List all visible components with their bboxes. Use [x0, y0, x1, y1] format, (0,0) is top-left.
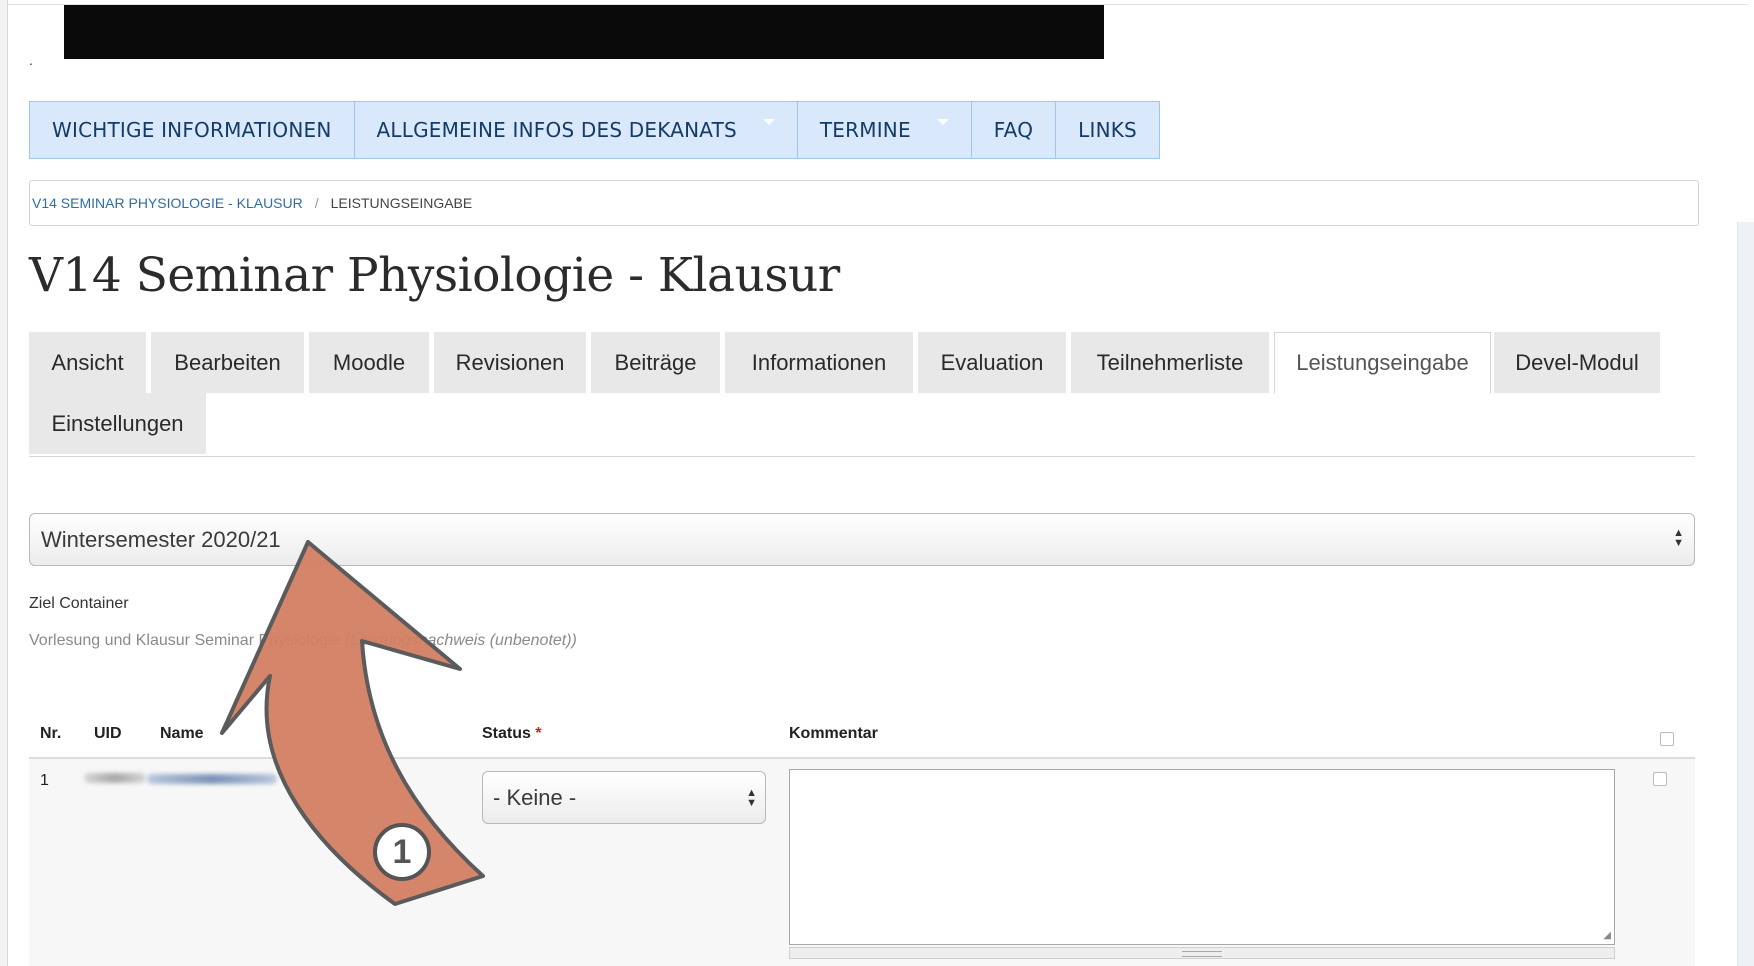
column-header-uid: UID: [94, 725, 122, 742]
tab-informationen[interactable]: Informationen: [725, 332, 913, 393]
semester-select-value: Wintersemester 2020/21: [41, 526, 281, 552]
nav-item-faq[interactable]: FAQ: [970, 101, 1056, 159]
target-container-type: (Leistungsnachweis (unbenotet)): [344, 632, 577, 649]
resize-grip-icon[interactable]: ◢: [1603, 930, 1611, 941]
tab-beitraege[interactable]: Beiträge: [591, 332, 720, 393]
target-container-value: Vorlesung und Klausur Seminar Physiologi…: [29, 632, 577, 650]
tab-leistungseingabe[interactable]: Leistungseingabe: [1274, 332, 1491, 394]
row-checkbox[interactable]: [1653, 772, 1667, 786]
scrollbar-track[interactable]: [1737, 222, 1754, 966]
column-header-name[interactable]: Name: [160, 725, 204, 743]
target-container-label: Ziel Container: [29, 595, 129, 612]
status-select[interactable]: - Keine - ▲ ▼: [482, 771, 766, 824]
nav-item-links[interactable]: LINKS: [1055, 101, 1160, 159]
tab-teilnehmerliste[interactable]: Teilnehmerliste: [1071, 332, 1269, 393]
tab-devel-modul[interactable]: Devel-Modul: [1494, 332, 1660, 393]
column-header-nr: Nr.: [40, 725, 62, 742]
required-marker: *: [535, 725, 542, 742]
textarea-resize-bar[interactable]: [789, 947, 1615, 959]
stray-dot: .: [29, 52, 33, 68]
breadcrumb-separator: /: [314, 195, 319, 211]
window-left-edge: [0, 0, 8, 966]
tab-moodle[interactable]: Moodle: [309, 332, 429, 393]
breadcrumb-link-course[interactable]: V14 SEMINAR PHYSIOLOGIE - KLAUSUR: [32, 195, 303, 211]
column-header-status: Status *: [482, 725, 542, 743]
nav-item-label: FAQ: [993, 118, 1034, 142]
nav-item-termine[interactable]: TERMINE: [796, 101, 971, 159]
breadcrumb-current: LEISTUNGSEINGABE: [330, 195, 473, 211]
nav-item-label: TERMINE: [819, 118, 911, 142]
table-header: Nr. UID Name Status * Kommentar: [29, 713, 1695, 759]
row-number: 1: [40, 772, 49, 789]
table-row: 1 - Keine - ▲ ▼ ◢: [29, 759, 1695, 966]
select-all-checkbox[interactable]: [1660, 732, 1674, 746]
select-arrows-icon: ▲ ▼: [746, 787, 757, 809]
tab-revisionen[interactable]: Revisionen: [434, 332, 586, 393]
target-container-name: Vorlesung und Klausur Seminar Physiologi…: [29, 632, 341, 649]
comment-textarea[interactable]: ◢: [789, 769, 1615, 945]
redacted-name: [147, 774, 277, 784]
nav-item-label: WICHTIGE INFORMATIONEN: [52, 118, 332, 142]
semester-select[interactable]: Wintersemester 2020/21 ▲ ▼: [29, 513, 1695, 566]
nav-item-allgemeine-infos[interactable]: ALLGEMEINE INFOS DES DEKANATS: [353, 101, 797, 159]
tab-bar: Ansicht Bearbeiten Moodle Revisionen Bei…: [29, 332, 1695, 457]
annotation-number-badge: 1: [373, 823, 431, 881]
tab-einstellungen[interactable]: Einstellungen: [29, 393, 206, 454]
breadcrumb: V14 SEMINAR PHYSIOLOGIE - KLAUSUR / LEIS…: [29, 180, 1699, 226]
redacted-uid: [84, 773, 146, 783]
redacted-header-bar: [64, 5, 1104, 59]
tab-ansicht[interactable]: Ansicht: [29, 332, 146, 393]
nav-item-label: ALLGEMEINE INFOS DES DEKANATS: [376, 118, 737, 142]
drag-handle-icon[interactable]: [1182, 951, 1222, 957]
chevron-down-icon: [762, 119, 775, 125]
tab-bearbeiten[interactable]: Bearbeiten: [151, 332, 304, 393]
nav-item-wichtige-informationen[interactable]: WICHTIGE INFORMATIONEN: [29, 101, 354, 159]
status-select-value: - Keine -: [493, 784, 577, 810]
status-header-label: Status: [482, 725, 531, 742]
chevron-down-icon: [936, 119, 949, 125]
main-navigation: WICHTIGE INFORMATIONEN ALLGEMEINE INFOS …: [29, 101, 1160, 159]
tab-evaluation[interactable]: Evaluation: [918, 332, 1066, 393]
nav-item-label: LINKS: [1078, 118, 1137, 142]
column-header-comment: Kommentar: [789, 725, 878, 742]
page-title: V14 Seminar Physiologie - Klausur: [29, 248, 840, 303]
select-arrows-icon: ▲ ▼: [1673, 527, 1684, 549]
